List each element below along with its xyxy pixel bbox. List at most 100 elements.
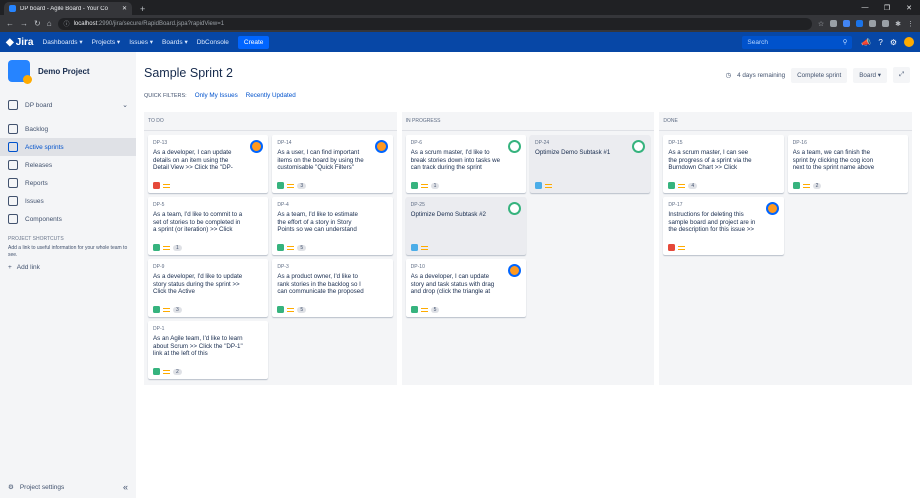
user-avatar[interactable]	[904, 37, 914, 47]
forward-icon[interactable]: →	[20, 19, 28, 28]
story-points-badge: 3	[297, 182, 307, 189]
extension-icon[interactable]	[830, 19, 838, 27]
maximize-icon[interactable]: ❐	[876, 0, 898, 15]
story-points-badge: 1	[430, 182, 440, 189]
issue-key: DP-14	[277, 140, 292, 146]
issue-card[interactable]: DP-25 Optimize Demo Subtask #2	[405, 197, 526, 255]
issue-card[interactable]: DP-24 Optimize Demo Subtask #1	[530, 135, 651, 193]
menu-dots-icon[interactable]: ⋮	[907, 20, 914, 28]
project-settings-link[interactable]: ⚙ Project settings «	[0, 482, 136, 492]
browser-tab-strip: DP board - Agile Board - Your Co ✕ + — ❐…	[0, 0, 920, 15]
close-window-icon[interactable]: ✕	[898, 0, 920, 15]
issue-card[interactable]: DP-5 As a team, I'd like to commit to a …	[148, 197, 269, 255]
issue-card[interactable]: DP-4 As a team, I'd like to estimate the…	[272, 197, 393, 255]
sidebar-item-backlog[interactable]: Backlog	[0, 120, 136, 138]
issue-key: DP-9	[153, 264, 165, 270]
issue-card[interactable]: DP-1 As an Agile team, I'd like to learn…	[148, 321, 269, 379]
new-tab-button[interactable]: +	[140, 4, 145, 14]
priority-medium-icon	[420, 183, 428, 188]
issue-summary: As a developer, I can update story and t…	[410, 273, 495, 295]
complete-sprint-button[interactable]: Complete sprint	[791, 67, 848, 83]
assignee-avatar	[632, 140, 646, 153]
sidebar-item-issues[interactable]: Issues	[0, 192, 136, 210]
create-button[interactable]: Create	[237, 35, 270, 49]
collapse-sidebar-icon[interactable]: «	[123, 482, 128, 492]
sidebar-item-active-sprints[interactable]: Active sprints	[0, 138, 136, 156]
add-link-button[interactable]: + Add link	[0, 259, 136, 276]
issue-key: DP-1	[153, 326, 165, 332]
minimize-icon[interactable]: —	[854, 0, 876, 15]
chart-icon	[8, 178, 18, 188]
issue-card[interactable]: DP-15 As a scrum master, I can see the p…	[663, 135, 784, 193]
shortcuts-description: Add a link to useful information for you…	[8, 245, 128, 258]
back-icon[interactable]: ←	[6, 19, 14, 28]
sidebar-item-components[interactable]: Components	[0, 210, 136, 228]
address-bar[interactable]: ⓘ localhost :2990/jira/secure/RapidBoard…	[57, 17, 812, 30]
issue-key: DP-17	[668, 202, 683, 208]
nav-projects[interactable]: Projects ▾	[92, 38, 121, 46]
board-columns: DP-13 As a developer, I can update detai…	[144, 131, 913, 385]
issue-card[interactable]: DP-10 As a developer, I can update story…	[405, 259, 526, 317]
bookmark-star-icon[interactable]: ☆	[818, 20, 824, 28]
jira-top-nav: ◆ Jira Dashboards ▾ Projects ▾ Issues ▾ B…	[0, 32, 920, 52]
chevron-down-icon: ⌄	[122, 102, 128, 109]
search-icon: ⚲	[842, 39, 848, 46]
project-header[interactable]: Demo Project	[0, 60, 136, 96]
issues-icon	[8, 196, 18, 206]
issue-summary: As a team, I'd like to commit to a set o…	[153, 211, 243, 233]
reload-icon[interactable]: ↻	[34, 19, 41, 28]
story-type-icon	[277, 306, 285, 313]
issue-summary: Optimize Demo Subtask #2	[410, 211, 486, 218]
issue-card[interactable]: DP-16 As a team, we can finish the sprin…	[787, 135, 909, 193]
issue-summary: As a team, I'd like to estimate the effo…	[277, 211, 358, 233]
close-tab-icon[interactable]: ✕	[122, 5, 127, 12]
sidebar-item-releases[interactable]: Releases	[0, 156, 136, 174]
fullscreen-icon[interactable]: ⤢	[892, 67, 910, 83]
issue-card[interactable]: DP-13 As a developer, I can update detai…	[148, 135, 269, 193]
filter-only-my-issues[interactable]: Only My Issues	[195, 92, 238, 99]
board-menu-button[interactable]: Board ▾	[853, 67, 887, 83]
jira-logo[interactable]: ◆ Jira	[6, 37, 34, 48]
issue-key: DP-6	[410, 140, 423, 146]
issue-key: DP-13	[153, 140, 168, 146]
settings-icon[interactable]: ⚙	[890, 38, 897, 47]
home-icon[interactable]: ⌂	[47, 19, 52, 28]
nav-dbconsole[interactable]: DbConsole	[197, 39, 229, 46]
bug-type-icon	[153, 182, 160, 189]
filter-recently-updated[interactable]: Recently Updated	[246, 92, 296, 99]
issue-summary: Optimize Demo Subtask #1	[535, 149, 611, 156]
sidebar-item-dp-board[interactable]: DP board ⌄	[0, 96, 136, 114]
sidebar-item-reports[interactable]: Reports	[0, 174, 136, 192]
issue-card[interactable]: DP-3 As a product owner, I'd like to ran…	[272, 259, 393, 317]
info-icon: ⓘ	[63, 22, 70, 28]
extension-icon[interactable]	[882, 19, 890, 27]
issue-key: DP-25	[410, 202, 425, 208]
help-icon[interactable]: ?	[878, 38, 882, 47]
notifications-icon[interactable]: 📣	[861, 38, 871, 47]
url-host: localhost	[73, 20, 98, 27]
issue-card[interactable]: DP-17 Instructions for deleting this sam…	[663, 197, 784, 255]
issue-key: DP-3	[277, 264, 289, 270]
story-type-icon	[153, 306, 160, 313]
priority-medium-icon	[678, 245, 686, 250]
issue-card[interactable]: DP-6 As a scrum master, I'd like to brea…	[405, 135, 526, 193]
extension-icon[interactable]	[869, 19, 877, 27]
issue-key: DP-4	[277, 202, 289, 208]
extension-icon[interactable]	[856, 19, 864, 27]
extension-icon[interactable]	[843, 19, 851, 27]
issue-card[interactable]: DP-9 As a developer, I'd like to update …	[148, 259, 269, 317]
issue-card[interactable]: DP-14 As a user, I can find important it…	[272, 135, 393, 193]
nav-issues[interactable]: Issues ▾	[129, 38, 153, 46]
nav-dashboards[interactable]: Dashboards ▾	[43, 38, 83, 46]
column-header-in-progress: IN PROGRESS	[401, 112, 655, 131]
story-points-badge: 5	[297, 306, 307, 313]
sprint-actions: ◷ 4 days remaining Complete sprint Board…	[726, 67, 910, 83]
browser-tab[interactable]: DP board - Agile Board - Your Co ✕	[4, 2, 132, 15]
puzzle-icon[interactable]: ✱	[895, 20, 901, 28]
issue-summary: As a scrum master, I'd like to break sto…	[410, 149, 501, 171]
project-sidebar: Demo Project DP board ⌄ Backlog Active s…	[0, 52, 136, 498]
quick-filters: QUICK FILTERS: Only My Issues Recently U…	[144, 92, 912, 99]
search-input[interactable]: Search ⚲	[742, 35, 853, 49]
nav-boards[interactable]: Boards ▾	[162, 38, 188, 46]
issue-summary: As a developer, I'd like to update story…	[153, 273, 243, 295]
